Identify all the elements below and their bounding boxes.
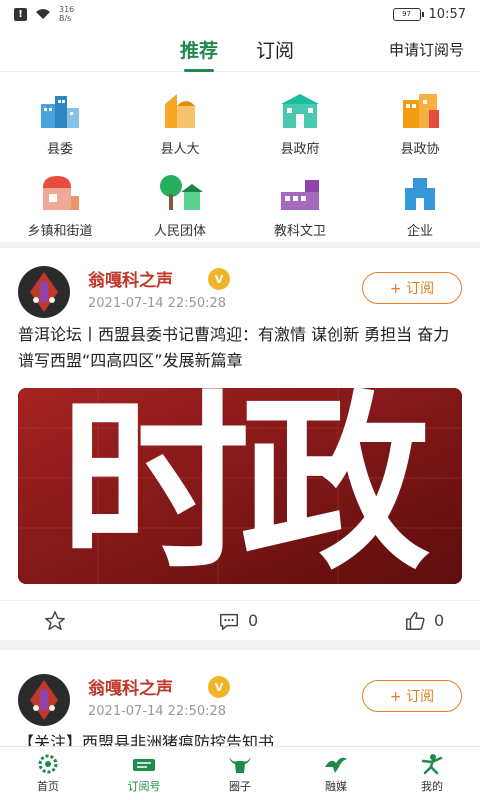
avatar[interactable]: [18, 674, 70, 726]
tab-label: 首页: [37, 780, 59, 793]
category-label: 乡镇和街道: [27, 224, 93, 239]
category-county-committee[interactable]: 县委: [0, 84, 120, 166]
thumbs-up-icon: [406, 611, 425, 630]
category-education-science[interactable]: 教科文卫: [240, 166, 360, 242]
like-count: 0: [434, 611, 445, 630]
cover-graphic: 时政: [18, 388, 462, 584]
news-post[interactable]: 翁嘎科之声 V 2021-07-14 22:50:28 + 订阅 普洱论坛丨西盟…: [0, 248, 480, 640]
category-people-congress[interactable]: 县人大: [120, 84, 240, 166]
school-icon: [281, 180, 319, 210]
dancer-icon: [421, 754, 443, 775]
tab-recommend[interactable]: 推荐: [180, 36, 218, 63]
tab-subscriptions[interactable]: 订阅号: [96, 747, 192, 800]
comment-count: 0: [248, 611, 259, 630]
favorite-button[interactable]: [44, 610, 66, 632]
avatar[interactable]: [18, 266, 70, 318]
bird-icon: [325, 757, 347, 773]
clock: 10:57: [428, 6, 466, 22]
category-label: 人民团体: [153, 224, 206, 239]
post-headline[interactable]: 【关注】西盟县非洲猪瘟防控告知书: [18, 730, 462, 746]
network-speed: 316 B/s: [59, 5, 75, 23]
news-post[interactable]: 翁嘎科之声 V 2021-07-14 22:50:28 + 订阅 【关注】西盟县…: [0, 650, 480, 746]
subscription-icon: [133, 759, 155, 771]
tab-label: 订阅号: [127, 780, 161, 793]
category-towns-streets[interactable]: 乡镇和街道: [0, 166, 120, 242]
tab-circle[interactable]: 圈子: [192, 747, 288, 800]
post-time: 2021-07-14 22:50:28: [88, 704, 227, 719]
tab-label: 圈子: [229, 780, 251, 793]
post-time: 2021-07-14 22:50:28: [88, 296, 227, 311]
comment-icon: [220, 613, 238, 630]
category-people-organizations[interactable]: 人民团体: [120, 166, 240, 242]
home-gear-icon: [38, 754, 58, 774]
wifi-icon: [36, 9, 50, 19]
top-nav: 推荐 订阅 申请订阅号: [0, 28, 480, 72]
battery-icon: 97: [392, 7, 424, 21]
tab-label: 我的: [421, 780, 443, 793]
post-actions: 0 0: [0, 600, 480, 640]
alert-icon: !: [14, 7, 27, 21]
subscribe-button[interactable]: + 订阅: [362, 680, 462, 712]
verified-badge: V: [208, 676, 230, 698]
author-name[interactable]: 翁嘎科之声: [88, 266, 173, 291]
category-cppcc[interactable]: 县政协: [360, 84, 480, 166]
government-building-icon: [281, 94, 319, 128]
buffalo-icon: [229, 757, 251, 773]
tab-media[interactable]: 融媒: [288, 747, 384, 800]
status-bar: ! 316 B/s 97 10:57: [0, 0, 480, 28]
emblem-icon: [20, 268, 68, 316]
apply-subscription-button[interactable]: 申请订阅号: [389, 39, 464, 60]
author-name[interactable]: 翁嘎科之声: [88, 674, 173, 699]
tab-home[interactable]: 首页: [0, 747, 96, 800]
post-cover-image[interactable]: 时政: [18, 388, 462, 584]
star-icon: [45, 610, 65, 630]
category-label: 企业: [406, 224, 433, 239]
category-grid: 县委 县人大 县政府 县政协 乡镇和街道 人民团体 教科文卫 企业: [0, 72, 480, 242]
tab-mine[interactable]: 我的: [384, 747, 480, 800]
like-button[interactable]: 0: [404, 610, 444, 632]
bottom-tab-bar: 首页 订阅号 圈子 融媒 我的: [0, 746, 480, 800]
category-label: 县政府: [280, 142, 320, 157]
cover-text: 时政: [60, 388, 430, 584]
emblem-icon: [20, 676, 68, 724]
category-enterprise[interactable]: 企业: [360, 166, 480, 242]
battery-level: 97: [402, 10, 411, 18]
park-pavilion-icon: [160, 175, 203, 210]
subscribe-button[interactable]: + 订阅: [362, 272, 462, 304]
category-county-government[interactable]: 县政府: [240, 84, 360, 166]
office-building-icon: [403, 94, 439, 128]
city-building-icon: [41, 96, 79, 128]
post-headline[interactable]: 普洱论坛丨西盟县委书记曹鸿迎：有激情 谋创新 勇担当 奋力谱写西盟“四高四区”发…: [18, 322, 462, 374]
tab-subscribe[interactable]: 订阅: [256, 36, 294, 63]
category-label: 县政协: [400, 142, 440, 157]
comment-button[interactable]: 0: [218, 610, 258, 632]
tab-label: 融媒: [325, 780, 347, 793]
shop-icon: [43, 176, 79, 210]
verified-badge: V: [208, 268, 230, 290]
tower-building-icon: [405, 178, 435, 210]
category-label: 教科文卫: [273, 224, 326, 239]
category-label: 县人大: [160, 142, 200, 157]
hall-building-icon: [165, 94, 195, 128]
category-label: 县委: [46, 142, 73, 157]
